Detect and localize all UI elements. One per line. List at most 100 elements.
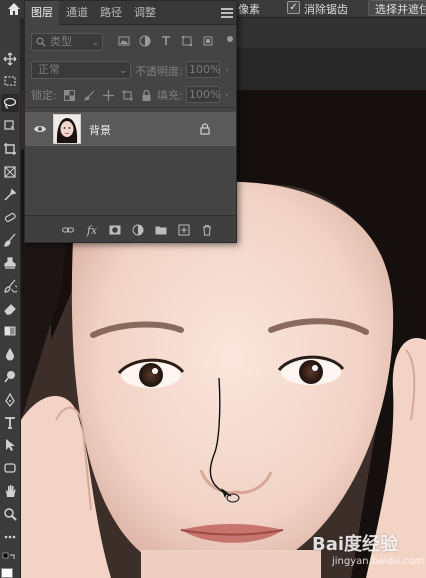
gradient-tool[interactable] <box>1 322 19 340</box>
layers-panel: 图层 通道 路径 调整 类型 ⌄ 正常 ⌄ 不透明度: 100% › 锁定: 填… <box>24 0 237 243</box>
layers-list: 背景 <box>25 107 236 215</box>
eyedropper-tool[interactable] <box>1 186 19 204</box>
frame-tool-icon <box>4 166 16 178</box>
opacity-slider-arrow[interactable]: › <box>222 61 232 78</box>
lock-icon[interactable] <box>200 123 210 135</box>
smart-object-filter-icon[interactable] <box>201 34 214 47</box>
panel-tabs: 图层 通道 路径 调整 <box>25 1 236 25</box>
eraser-tool-icon <box>4 304 16 315</box>
gradient-tool-icon <box>4 326 16 336</box>
sample-mode-text[interactable]: 像素 <box>238 1 260 17</box>
blur-tool[interactable] <box>1 345 19 363</box>
opacity-label: 不透明度: <box>135 65 183 78</box>
layer-row-background[interactable]: 背景 <box>25 112 236 146</box>
default-colors[interactable] <box>0 550 18 568</box>
new-layer-icon[interactable] <box>177 223 191 237</box>
filter-row: 类型 ⌄ <box>25 25 236 53</box>
type-filter-icon[interactable] <box>159 34 172 47</box>
rectangle-tool[interactable] <box>1 459 19 477</box>
trash-icon[interactable] <box>200 223 214 237</box>
zoom-tool[interactable] <box>1 505 19 523</box>
move-tool[interactable] <box>1 50 19 68</box>
stamp-tool-icon <box>4 257 16 269</box>
link-icon[interactable] <box>61 223 75 237</box>
more-tools-icon <box>4 535 16 539</box>
lock-label: 锁定: <box>31 89 57 102</box>
opacity-input[interactable]: 100% <box>186 61 220 78</box>
tab-layers[interactable]: 图层 <box>25 1 59 25</box>
hand-tool[interactable] <box>1 482 19 500</box>
brush-tool[interactable] <box>1 231 19 249</box>
lock-all-icon[interactable] <box>140 89 152 101</box>
healing-brush-icon <box>4 212 16 222</box>
eye-icon[interactable] <box>33 123 47 135</box>
tools-toolbar <box>0 18 21 578</box>
kind-filter-label: 类型 <box>50 35 72 48</box>
lock-position-icon[interactable] <box>102 89 114 101</box>
move-tool-icon <box>3 52 17 66</box>
object-select-tool-icon <box>4 120 15 131</box>
lasso-tool[interactable] <box>1 94 19 112</box>
home-icon <box>8 3 20 15</box>
adjustment-filter-icon[interactable] <box>138 34 151 47</box>
image-filter-icon[interactable] <box>117 34 130 47</box>
eraser-tool[interactable] <box>1 300 19 318</box>
frame-tool[interactable] <box>1 163 19 181</box>
crop-tool-icon <box>4 143 16 155</box>
dodge-tool-icon <box>4 371 15 383</box>
marquee-tool-icon <box>4 76 16 86</box>
layer-name[interactable]: 背景 <box>89 122 111 138</box>
lock-pixels-icon[interactable] <box>83 89 95 101</box>
adjustment-layer-icon[interactable] <box>131 223 145 237</box>
fill-slider-arrow[interactable]: › <box>222 86 232 103</box>
tab-paths[interactable]: 路径 <box>95 1 127 25</box>
select-and-mask-button[interactable]: 选择并遮住 <box>368 0 426 16</box>
blend-mode-value: 正常 <box>38 63 60 76</box>
type-tool[interactable] <box>1 414 19 432</box>
baidu-jingyan-watermark: Bai度经验 jingyan.baidu.com <box>302 530 426 576</box>
antialias-checkbox[interactable]: ✓ <box>287 1 300 14</box>
color-swap-icon <box>2 552 15 559</box>
filter-toggle[interactable] <box>227 36 233 42</box>
path-select-tool[interactable] <box>1 436 19 454</box>
antialias-label: 消除锯齿 <box>304 3 348 16</box>
panel-menu-icon[interactable] <box>221 8 233 18</box>
chevron-down-icon: ⌄ <box>91 38 99 48</box>
eyedropper-tool-icon <box>4 188 17 201</box>
dodge-tool[interactable] <box>1 368 19 386</box>
tab-adjustments[interactable]: 调整 <box>129 1 161 25</box>
lock-transparency-icon[interactable] <box>63 89 75 101</box>
hand-tool-icon <box>6 485 16 497</box>
layer-kind-filter[interactable]: 类型 ⌄ <box>31 33 103 51</box>
fill-label: 填充: <box>157 89 183 102</box>
more-tools[interactable] <box>1 528 19 546</box>
zoom-tool-icon <box>4 508 17 521</box>
mask-icon[interactable] <box>108 223 122 237</box>
path-select-icon <box>6 439 15 451</box>
shape-filter-icon[interactable] <box>180 34 193 47</box>
foreground-color-swatch[interactable] <box>1 568 13 578</box>
marquee-tool[interactable] <box>1 72 19 90</box>
object-select-tool[interactable] <box>1 117 19 135</box>
stamp-tool[interactable] <box>1 254 19 272</box>
chevron-down-icon: ⌄ <box>119 66 127 76</box>
watermark-brand: Bai度经验 <box>312 534 399 555</box>
search-icon <box>36 37 46 47</box>
type-tool-icon <box>5 417 15 429</box>
brush-tool-icon <box>4 233 16 247</box>
lasso-tool-icon <box>3 97 17 109</box>
fx-icon[interactable]: fx <box>85 223 99 237</box>
blur-tool-icon <box>6 348 14 361</box>
crop-tool[interactable] <box>1 140 19 158</box>
lock-artboard-icon[interactable] <box>121 89 133 101</box>
layers-panel-footer: fx <box>25 215 236 242</box>
fill-input[interactable]: 100% <box>186 86 220 103</box>
layer-thumbnail <box>53 114 81 144</box>
healing-brush-tool[interactable] <box>1 208 19 226</box>
blend-mode-select[interactable]: 正常 ⌄ <box>31 61 131 79</box>
tab-channels[interactable]: 通道 <box>61 1 93 25</box>
pen-tool[interactable] <box>1 391 19 409</box>
history-brush-tool[interactable] <box>1 277 19 295</box>
history-brush-icon <box>4 279 17 293</box>
group-folder-icon[interactable] <box>154 223 168 237</box>
